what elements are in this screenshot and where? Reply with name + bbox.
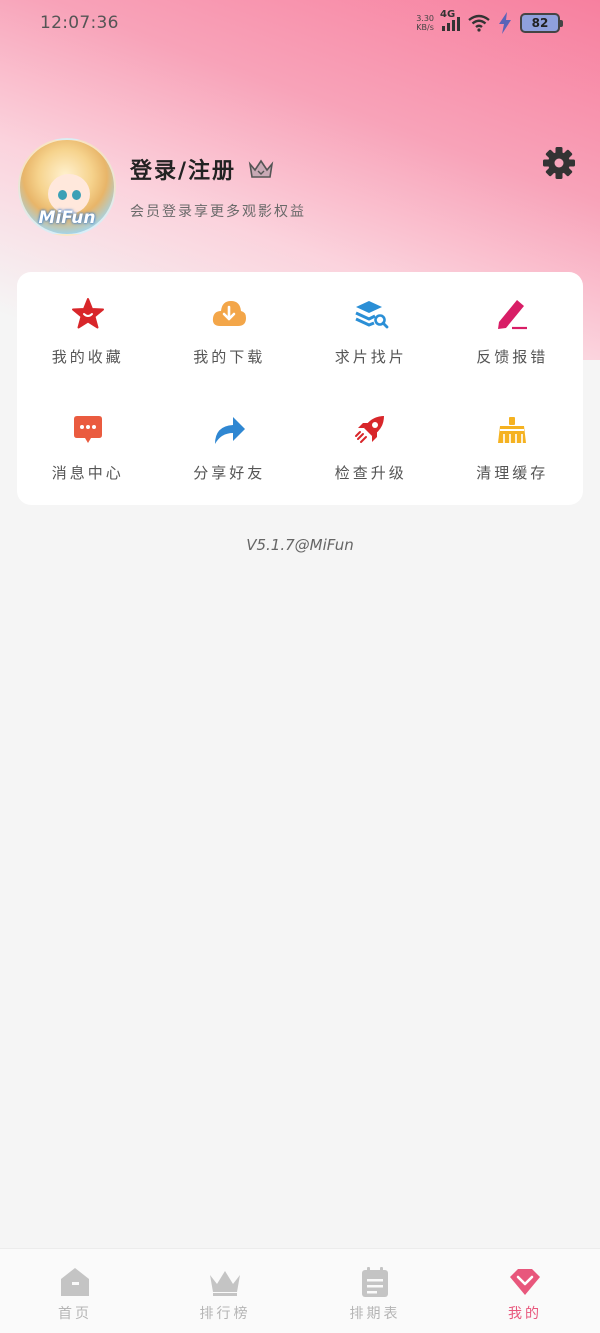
- profile-text: 登录/注册 会员登录享更多观影权益: [130, 153, 306, 221]
- vip-crown-icon: [248, 159, 274, 178]
- avatar-logo-text: MiFun: [38, 208, 96, 228]
- status-time: 12:07:36: [40, 13, 119, 33]
- home-icon: [61, 1268, 89, 1296]
- feature-menu-card: 我的收藏 我的下载 求片找片 反馈报错 消息中心 分享好友 检查升级 清理缓存: [17, 272, 583, 505]
- login-register-link[interactable]: 登录/注册: [130, 153, 306, 185]
- cellular-signal-icon: 4G: [440, 9, 460, 31]
- heart-diamond-icon: [510, 1269, 540, 1295]
- menu-item-label: 检查升级: [334, 464, 407, 482]
- menu-item-downloads[interactable]: 我的下载: [159, 272, 301, 388]
- menu-item-label: 我的下载: [193, 348, 266, 366]
- version-text: V5.1.7@MiFun: [246, 536, 354, 554]
- battery-icon: 82: [520, 13, 563, 33]
- profile-section[interactable]: MiFun 登录/注册 会员登录享更多观影权益: [18, 138, 306, 236]
- network-speed: 3.30 KB/s: [416, 14, 434, 32]
- menu-item-label: 消息中心: [51, 464, 124, 482]
- menu-item-messages[interactable]: 消息中心: [17, 388, 159, 505]
- tab-ranking[interactable]: 排行榜: [150, 1249, 300, 1333]
- tab-schedule[interactable]: 排期表: [300, 1249, 450, 1333]
- tab-mine[interactable]: 我的: [450, 1249, 600, 1333]
- charging-bolt-icon: [499, 12, 511, 34]
- layers-search-icon: [355, 301, 389, 329]
- menu-item-label: 我的收藏: [51, 348, 124, 366]
- tab-home[interactable]: 首页: [0, 1249, 150, 1333]
- menu-item-label: 反馈报错: [476, 348, 549, 366]
- menu-item-favorites[interactable]: 我的收藏: [17, 272, 159, 388]
- message-icon: [73, 416, 102, 443]
- menu-item-clear-cache[interactable]: 清理缓存: [442, 388, 584, 505]
- rocket-icon: [354, 416, 384, 443]
- battery-level: 82: [531, 16, 549, 30]
- cloud-download-icon: [213, 301, 247, 326]
- login-title: 登录/注册: [130, 159, 237, 184]
- calendar-icon: [362, 1267, 388, 1297]
- menu-item-share[interactable]: 分享好友: [159, 388, 301, 505]
- star-icon: [71, 298, 104, 329]
- bottom-tab-bar: 首页 排行榜 排期表 我的: [0, 1248, 600, 1333]
- wifi-icon: [468, 14, 490, 32]
- avatar[interactable]: MiFun: [18, 138, 116, 236]
- settings-gear-icon[interactable]: [542, 146, 576, 180]
- menu-item-label: 清理缓存: [476, 464, 549, 482]
- broom-icon: [498, 417, 527, 443]
- tab-label: 排期表: [349, 1306, 401, 1322]
- tab-label: 我的: [508, 1306, 542, 1322]
- menu-item-feedback[interactable]: 反馈报错: [442, 272, 584, 388]
- status-icons: 3.30 KB/s 4G 82: [416, 9, 563, 34]
- pencil-icon: [498, 300, 528, 330]
- status-bar: 12:07:36 3.30 KB/s 4G 82: [0, 0, 600, 46]
- menu-item-check-update[interactable]: 检查升级: [300, 388, 442, 505]
- menu-item-label: 分享好友: [193, 464, 266, 482]
- crown-icon: [210, 1271, 240, 1296]
- menu-item-request-movie[interactable]: 求片找片: [300, 272, 442, 388]
- login-subtitle: 会员登录享更多观影权益: [130, 204, 306, 220]
- share-arrow-icon: [215, 417, 246, 444]
- network-type-label: 4G: [440, 9, 456, 20]
- tab-label: 排行榜: [199, 1306, 251, 1322]
- tab-label: 首页: [58, 1306, 92, 1322]
- menu-item-label: 求片找片: [334, 348, 407, 366]
